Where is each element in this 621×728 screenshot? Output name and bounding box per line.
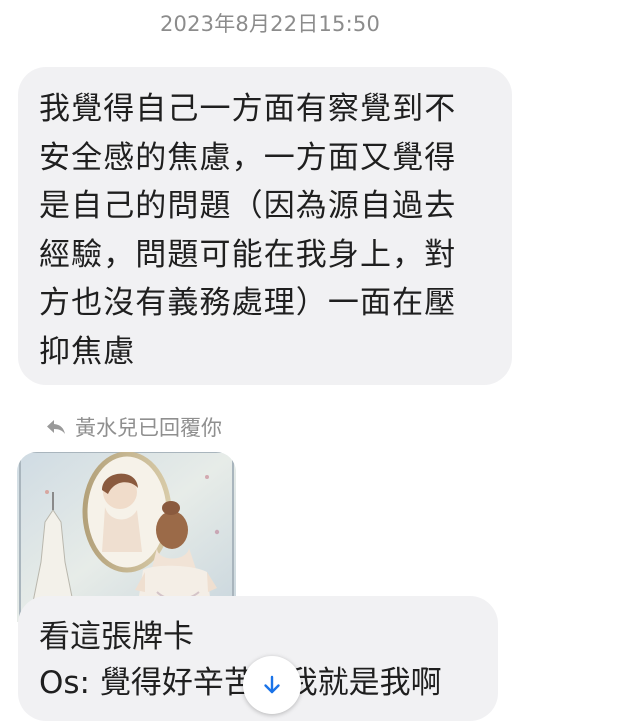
reply-header: 黃水兒已回覆你 <box>44 413 222 441</box>
reply-header-label: 黃水兒已回覆你 <box>75 416 222 440</box>
message-bubble[interactable]: 我覺得自己一方面有察覺到不 安全感的焦慮，一方面又覺得 是自己的問題（因為源自過… <box>18 67 512 385</box>
arrow-down-icon <box>264 675 280 694</box>
reply-arrow-icon <box>47 420 65 434</box>
message-text-line: 是自己的問題（因為源自過去 <box>39 188 457 224</box>
message-text-line: 方也沒有義務處理）一面在壓 <box>39 285 457 321</box>
message-timestamp: 2023年8月22日15:50 <box>159 12 381 36</box>
reply-text-line: 看這張牌卡 <box>39 619 194 655</box>
message-text-line: 經驗，問題可能在我身上，對 <box>39 236 457 273</box>
message-text-line: 抑焦慮 <box>39 333 136 370</box>
reply-text-segment: 我就是我啊 <box>286 665 442 701</box>
reply-text-segment: Os: 覺得好辛苦 <box>39 665 255 701</box>
scroll-to-bottom-button[interactable] <box>243 656 301 714</box>
message-text-line: 我覺得自己一方面有察覺到不 <box>39 91 457 127</box>
message-text-line: 安全感的焦慮，一方面又覺得 <box>39 139 457 176</box>
